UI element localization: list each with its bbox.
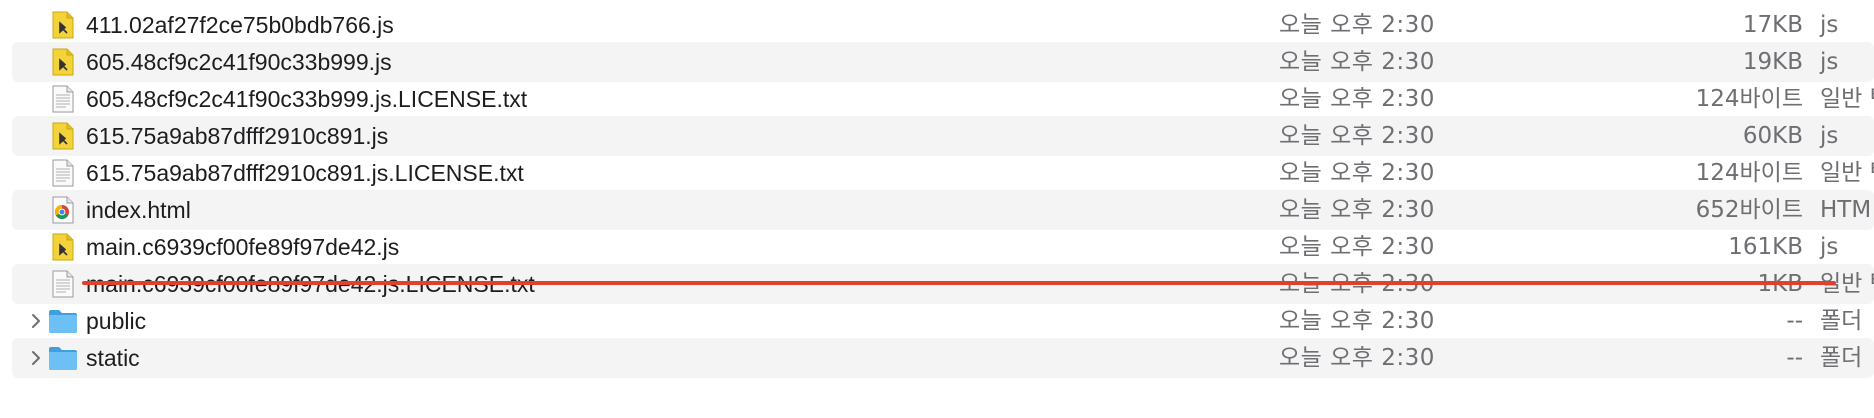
file-date: 오늘 오후 2:30	[1279, 197, 1435, 223]
file-size: 19KB	[1742, 49, 1803, 75]
js-file-icon	[48, 11, 76, 39]
file-name: 615.75a9ab87dfff2910c891.js	[86, 123, 389, 149]
file-row-411-js[interactable]: 411.02af27f2ce75b0bdb766.js 오늘 오후 2:30 1…	[12, 5, 1874, 45]
file-date: 오늘 오후 2:30	[1279, 12, 1435, 38]
file-name: 605.48cf9c2c41f90c33b999.js	[86, 49, 392, 75]
file-kind: HTM	[1820, 197, 1872, 223]
file-name: main.c6939cf00fe89f97de42.js	[86, 234, 400, 260]
file-kind: js	[1820, 49, 1839, 75]
text-file-icon	[48, 159, 76, 187]
highlight-underline	[82, 281, 1836, 285]
file-kind: 폴더	[1820, 345, 1863, 371]
file-row-615-js[interactable]: 615.75a9ab87dfff2910c891.js 오늘 오후 2:30 6…	[12, 116, 1874, 156]
file-date: 오늘 오후 2:30	[1279, 234, 1435, 260]
file-size: 17KB	[1742, 12, 1803, 38]
file-row-615-license[interactable]: 615.75a9ab87dfff2910c891.js.LICENSE.txt …	[12, 153, 1874, 193]
file-size: --	[1786, 308, 1803, 334]
file-name: static	[86, 345, 140, 371]
file-name: public	[86, 308, 147, 334]
file-name: 605.48cf9c2c41f90c33b999.js.LICENSE.txt	[86, 86, 528, 112]
file-name: 411.02af27f2ce75b0bdb766.js	[86, 12, 394, 38]
folder-icon	[48, 307, 77, 335]
chrome-html-icon	[48, 196, 76, 224]
file-date: 오늘 오후 2:30	[1279, 345, 1435, 371]
file-name: 615.75a9ab87dfff2910c891.js.LICENSE.txt	[86, 160, 524, 186]
folder-row-static[interactable]: static 오늘 오후 2:30 -- 폴더	[12, 338, 1874, 378]
file-kind: js	[1820, 234, 1839, 260]
file-size: 652바이트	[1695, 197, 1803, 223]
file-date: 오늘 오후 2:30	[1279, 86, 1435, 112]
file-kind: 일반 텍	[1820, 160, 1874, 186]
file-kind: js	[1820, 123, 1839, 149]
folder-icon	[48, 344, 77, 372]
file-date: 오늘 오후 2:30	[1279, 49, 1435, 75]
js-file-icon	[48, 48, 76, 76]
file-kind: js	[1820, 12, 1839, 38]
file-row-605-js[interactable]: 605.48cf9c2c41f90c33b999.js 오늘 오후 2:30 1…	[12, 42, 1874, 82]
file-row-605-license[interactable]: 605.48cf9c2c41f90c33b999.js.LICENSE.txt …	[12, 79, 1874, 119]
file-list: 411.02af27f2ce75b0bdb766.js 오늘 오후 2:30 1…	[0, 0, 1874, 418]
js-file-icon	[48, 233, 76, 261]
file-kind: 폴더	[1820, 308, 1863, 334]
file-kind: 일반 텍	[1820, 86, 1874, 112]
file-size: --	[1786, 345, 1803, 371]
file-size: 124바이트	[1695, 86, 1803, 112]
disclosure-chevron-icon[interactable]	[26, 348, 46, 368]
text-file-icon	[48, 270, 76, 298]
file-row-index-html[interactable]: index.html 오늘 오후 2:30 652바이트 HTM	[12, 190, 1874, 230]
file-size: 124바이트	[1695, 160, 1803, 186]
file-date: 오늘 오후 2:30	[1279, 123, 1435, 149]
file-date: 오늘 오후 2:30	[1279, 308, 1435, 334]
disclosure-chevron-icon[interactable]	[26, 311, 46, 331]
text-file-icon	[48, 85, 76, 113]
file-name: index.html	[86, 197, 191, 223]
file-row-main-js[interactable]: main.c6939cf00fe89f97de42.js 오늘 오후 2:30 …	[12, 227, 1874, 267]
file-size: 161KB	[1728, 234, 1803, 260]
folder-row-public[interactable]: public 오늘 오후 2:30 -- 폴더	[12, 301, 1874, 341]
file-size: 60KB	[1742, 123, 1803, 149]
js-file-icon	[48, 122, 76, 150]
file-date: 오늘 오후 2:30	[1279, 160, 1435, 186]
